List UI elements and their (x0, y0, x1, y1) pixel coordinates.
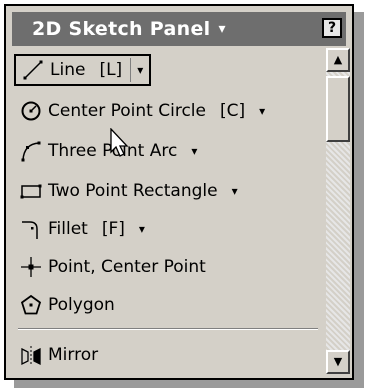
fillet-icon (20, 218, 42, 240)
tool-mirror[interactable]: Mirror (20, 338, 98, 372)
tool-point-center-point[interactable]: Point, Center Point (20, 250, 206, 284)
tool-center-point-circle-label: Center Point Circle (48, 101, 206, 121)
mirror-icon (20, 344, 42, 366)
tool-line-dropdown-icon[interactable]: ▾ (137, 63, 143, 77)
tool-fillet-label: Fillet (48, 219, 88, 239)
line-icon (22, 59, 44, 81)
panel-titlebar[interactable]: 2D Sketch Panel ▾ ? (12, 12, 346, 46)
section-divider (18, 328, 318, 330)
tool-polygon[interactable]: Polygon (20, 288, 115, 322)
tool-list: Line [L] ▾ Center Point Circle [C] ▾ Thr… (12, 48, 324, 374)
point-icon (20, 256, 42, 278)
rectangle-icon (20, 180, 42, 202)
help-button[interactable]: ? (322, 18, 342, 38)
tool-line-shortcut: [L] (99, 60, 123, 80)
tool-two-point-rectangle[interactable]: Two Point Rectangle ▾ (20, 174, 238, 208)
tool-polygon-label: Polygon (48, 295, 115, 315)
tool-fillet-shortcut: [F] (101, 219, 125, 239)
tool-line[interactable]: Line [L] ▾ (14, 54, 152, 86)
tool-mirror-label: Mirror (48, 345, 99, 365)
tool-center-point-circle-shortcut: [C] (219, 101, 246, 121)
mouse-cursor-icon (110, 128, 129, 157)
scroll-thumb[interactable] (326, 76, 350, 142)
tool-fillet[interactable]: Fillet [F] ▾ (20, 212, 145, 246)
tool-line-label: Line (50, 60, 86, 80)
sketch-panel: 2D Sketch Panel ▾ ? Line [L] ▾ Center Po… (4, 4, 354, 380)
tool-three-point-arc-dropdown-icon[interactable]: ▾ (191, 144, 197, 158)
title-dropdown-icon[interactable]: ▾ (218, 21, 225, 37)
tool-three-point-arc[interactable]: Three Point Arc ▾ (20, 134, 197, 168)
vertical-scrollbar[interactable]: ▲ ▼ (326, 48, 350, 374)
tool-center-point-circle-dropdown-icon[interactable]: ▾ (259, 104, 265, 118)
circle-icon (20, 100, 42, 122)
tool-center-point-circle[interactable]: Center Point Circle [C] ▾ (20, 94, 265, 128)
scroll-down-button[interactable]: ▼ (326, 350, 350, 374)
panel-title: 2D Sketch Panel (32, 18, 211, 40)
polygon-icon (20, 294, 42, 316)
tool-fillet-dropdown-icon[interactable]: ▾ (139, 222, 145, 236)
split-divider (130, 58, 132, 82)
arc-icon (20, 140, 42, 162)
scroll-up-button[interactable]: ▲ (326, 48, 350, 72)
tool-two-point-rectangle-label: Two Point Rectangle (48, 181, 218, 201)
tool-two-point-rectangle-dropdown-icon[interactable]: ▾ (232, 184, 238, 198)
tool-point-center-point-label: Point, Center Point (48, 257, 206, 277)
